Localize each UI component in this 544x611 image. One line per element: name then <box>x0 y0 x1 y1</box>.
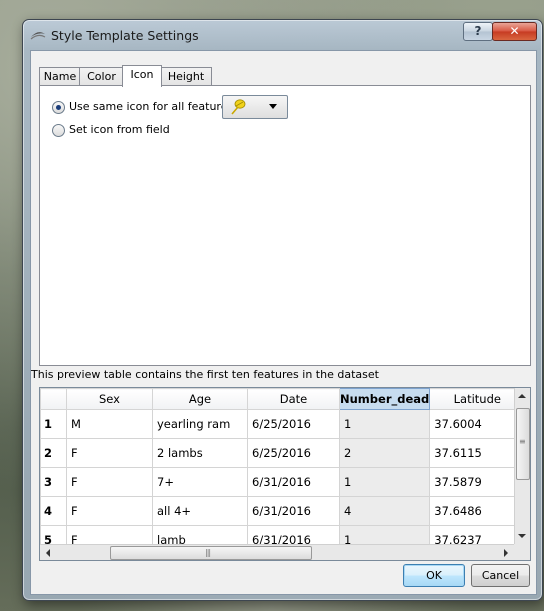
column-header-date[interactable]: Date <box>247 388 340 410</box>
table-cell[interactable]: 6/25/2016 <box>247 409 340 439</box>
same-icon-radio[interactable] <box>52 101 65 114</box>
table-row[interactable]: 1 M yearling ram 6/25/2016 1 37.6004 <box>40 409 526 439</box>
table-cell[interactable]: 37.6486 <box>429 496 526 526</box>
table-cell[interactable]: F <box>66 467 153 497</box>
preview-grid-table: Sex Age Date Number_dead Latitude 1 M ye… <box>40 388 526 555</box>
help-button[interactable]: ? <box>463 22 493 41</box>
row-number: 3 <box>40 467 67 497</box>
table-row[interactable]: 2 F 2 lambs 6/25/2016 2 37.6115 <box>40 438 526 468</box>
corner-header-cell <box>40 388 67 410</box>
column-header-latitude[interactable]: Latitude <box>429 388 526 410</box>
vertical-scrollbar[interactable]: ≡ <box>514 388 530 544</box>
row-number: 2 <box>40 438 67 468</box>
table-row[interactable]: 4 F all 4+ 6/31/2016 4 37.6486 <box>40 496 526 526</box>
table-cell[interactable]: 37.6115 <box>429 438 526 468</box>
close-button[interactable]: ✕ <box>492 22 537 41</box>
table-cell[interactable]: 6/31/2016 <box>247 467 340 497</box>
scroll-down-icon[interactable] <box>518 534 526 538</box>
preview-table[interactable]: Sex Age Date Number_dead Latitude 1 M ye… <box>39 387 531 561</box>
table-cell[interactable]: all 4+ <box>152 496 248 526</box>
table-cell[interactable]: F <box>66 496 153 526</box>
table-cell[interactable]: M <box>66 409 153 439</box>
field-icon-radio[interactable] <box>52 124 65 137</box>
table-row[interactable]: 3 F 7+ 6/31/2016 1 37.5879 <box>40 467 526 497</box>
table-cell[interactable]: 1 <box>338 467 431 497</box>
column-header-age[interactable]: Age <box>152 388 248 410</box>
table-cell[interactable]: F <box>66 438 153 468</box>
ok-button[interactable]: OK <box>403 564 465 587</box>
table-cell[interactable]: 6/25/2016 <box>247 438 340 468</box>
vertical-scroll-thumb[interactable]: ≡ <box>516 408 530 480</box>
grip-icon: ||| <box>205 548 211 557</box>
table-cell[interactable]: 6/31/2016 <box>247 496 340 526</box>
same-icon-option[interactable]: Use same icon for all features <box>52 95 312 119</box>
table-cell[interactable]: 1 <box>338 409 431 439</box>
dialog-window: Style Template Settings ? ✕ Name Color I… <box>22 19 543 601</box>
tab-name[interactable]: Name <box>39 67 81 86</box>
yellow-pushpin-icon <box>231 99 246 115</box>
chevron-down-icon <box>269 104 277 109</box>
table-cell[interactable]: 37.6004 <box>429 409 526 439</box>
scroll-right-icon[interactable] <box>504 549 508 557</box>
same-icon-label: Use same icon for all features <box>69 100 234 113</box>
scroll-left-icon[interactable] <box>46 549 50 557</box>
field-icon-label: Set icon from field <box>69 123 170 136</box>
horizontal-scrollbar[interactable]: ||| <box>40 544 514 560</box>
cancel-button[interactable]: Cancel <box>471 564 530 587</box>
row-number: 1 <box>40 409 67 439</box>
column-header-number-dead[interactable]: Number_dead <box>338 388 431 410</box>
table-cell[interactable]: 37.5879 <box>429 467 526 497</box>
icon-select-dropdown[interactable] <box>222 95 288 119</box>
dialog-client-area: Name Color Icon Height Use same icon for… <box>30 50 537 595</box>
horizontal-scroll-thumb[interactable]: ||| <box>110 546 312 560</box>
tab-icon[interactable]: Icon <box>122 65 162 87</box>
scrollbar-corner <box>514 544 530 560</box>
table-cell[interactable]: 7+ <box>152 467 248 497</box>
window-title: Style Template Settings <box>51 28 199 43</box>
table-cell[interactable]: yearling ram <box>152 409 248 439</box>
tab-color[interactable]: Color <box>79 67 124 86</box>
table-cell[interactable]: 4 <box>338 496 431 526</box>
tab-height[interactable]: Height <box>160 67 212 86</box>
table-header-row: Sex Age Date Number_dead Latitude <box>40 388 526 410</box>
row-number: 4 <box>40 496 67 526</box>
table-cell[interactable]: 2 lambs <box>152 438 248 468</box>
column-header-sex[interactable]: Sex <box>66 388 153 410</box>
field-icon-option[interactable]: Set icon from field <box>52 121 252 139</box>
scroll-up-icon[interactable] <box>518 394 526 398</box>
app-icon <box>30 32 46 40</box>
title-bar[interactable]: Style Template Settings ? ✕ <box>23 20 542 50</box>
icon-tab-panel: Use same icon for all features Set icon … <box>39 85 531 366</box>
preview-caption: This preview table contains the first te… <box>31 368 379 381</box>
table-cell[interactable]: 2 <box>338 438 431 468</box>
grip-icon: ≡ <box>519 437 526 446</box>
